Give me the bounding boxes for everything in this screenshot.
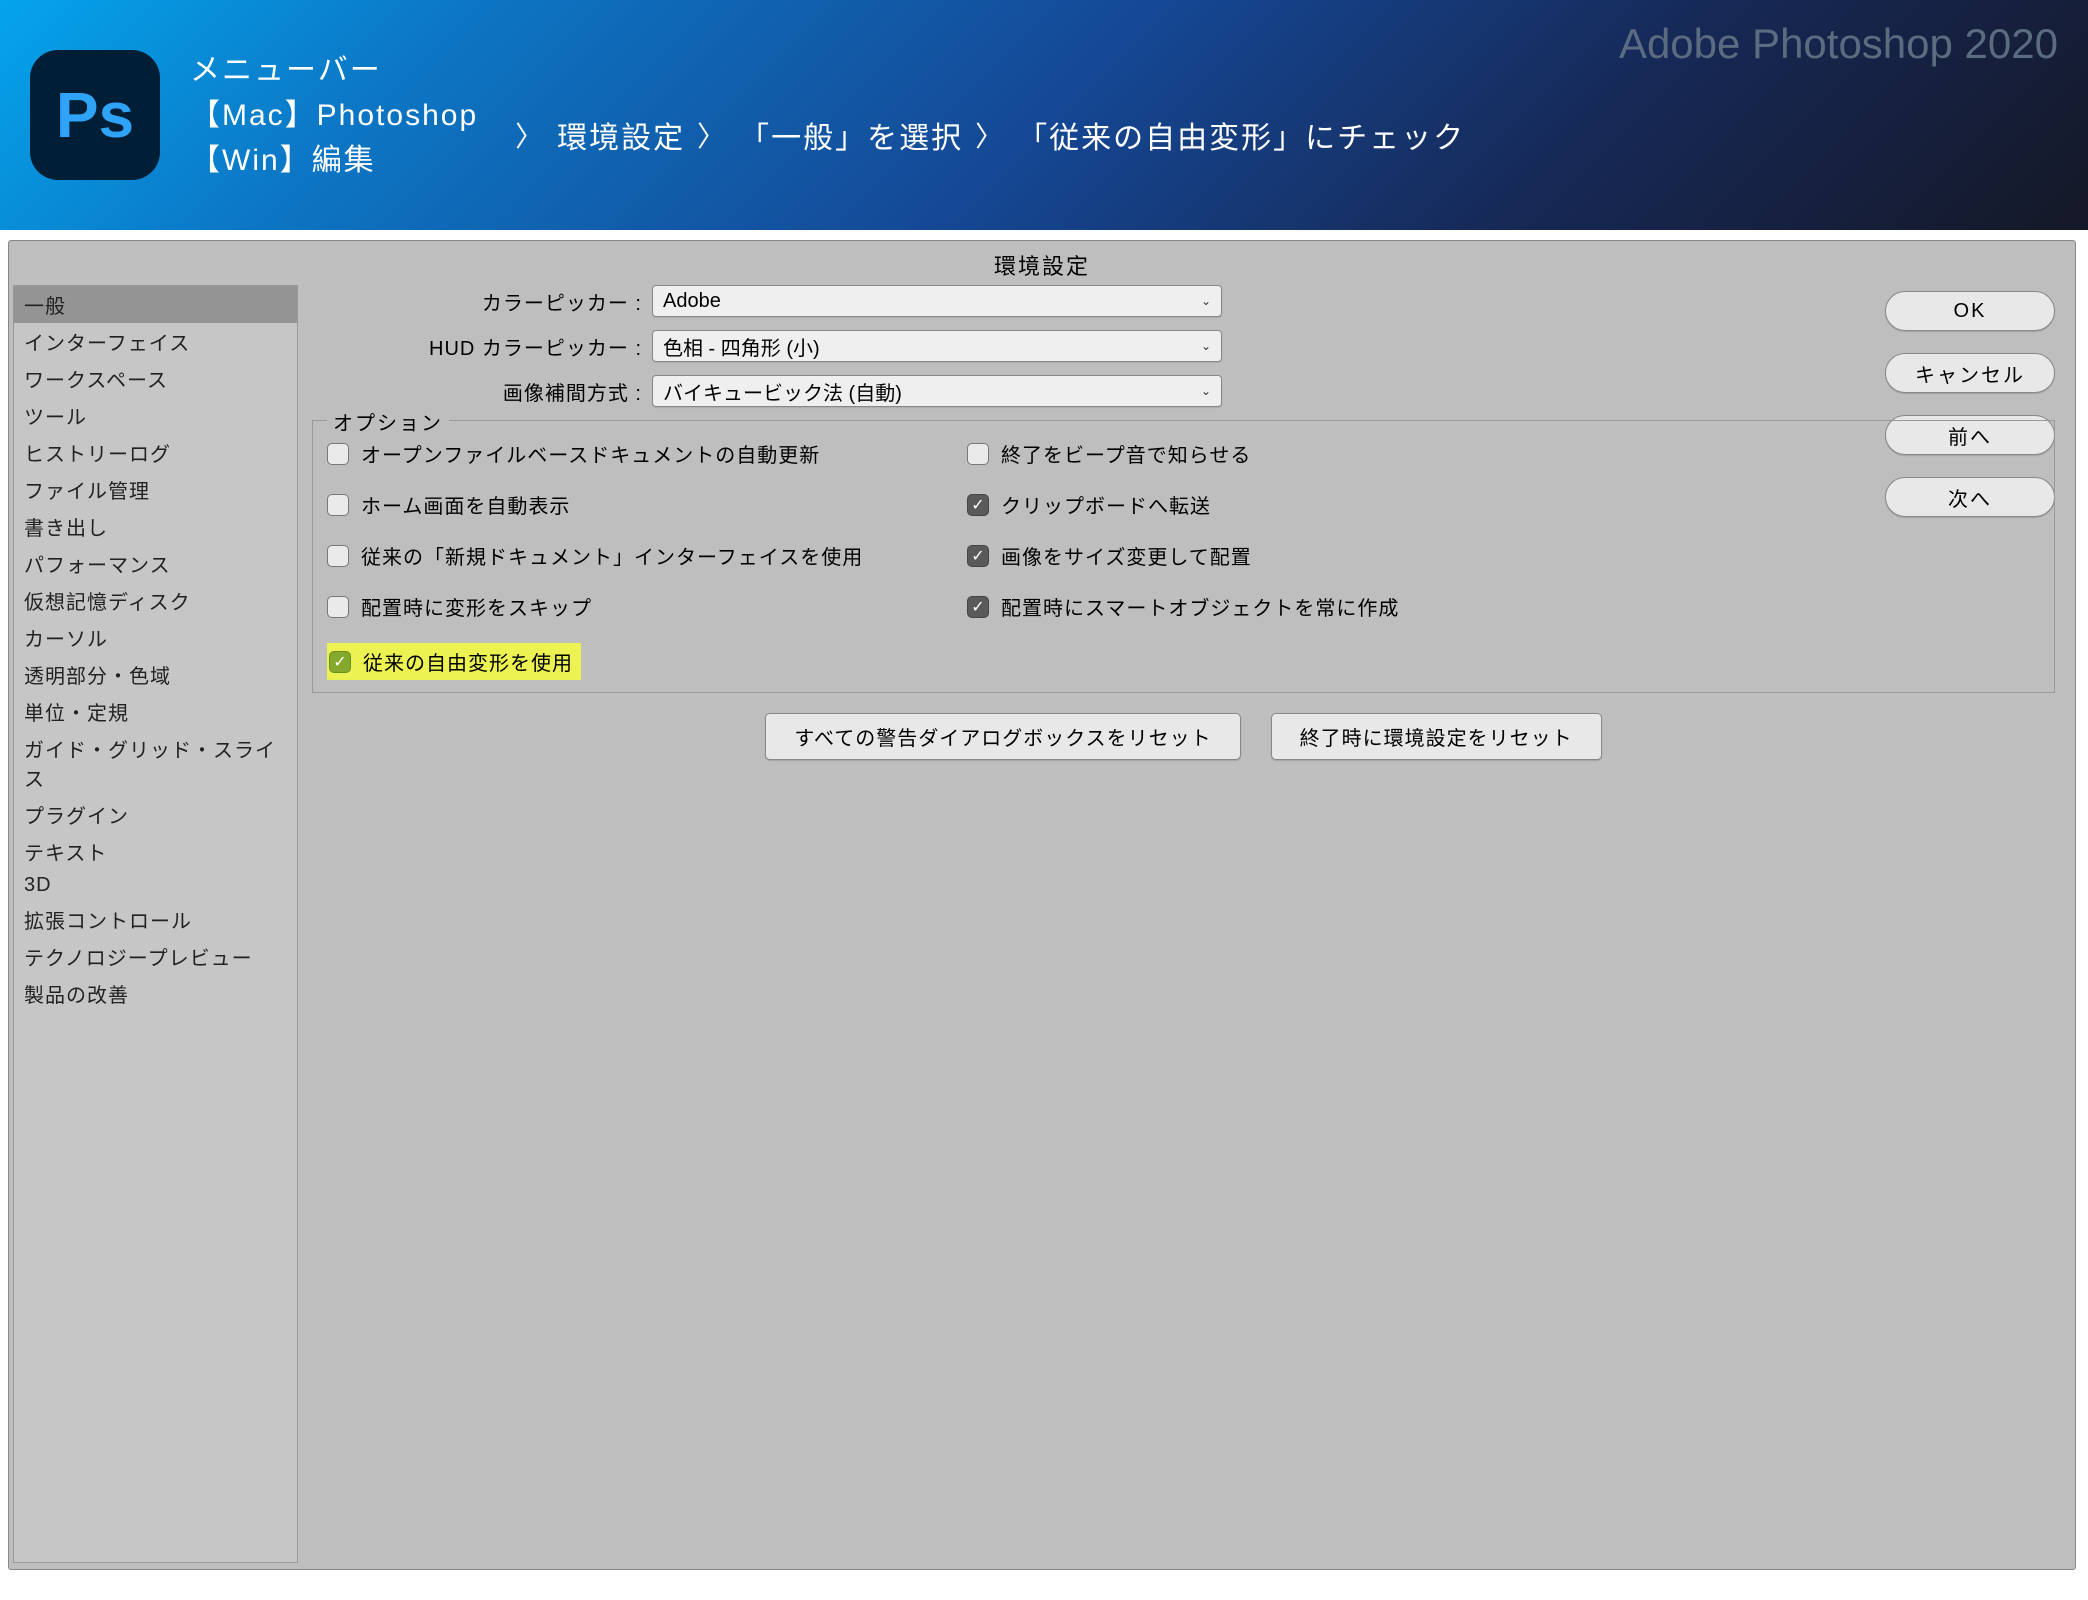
sidebar-item[interactable]: ツール (14, 397, 297, 434)
sidebar-item[interactable]: テクノロジープレビュー (14, 938, 297, 975)
color-picker-select[interactable]: Adobe ⌄ (652, 285, 1222, 317)
option-checkbox[interactable] (327, 596, 349, 618)
dialog-title: 環境設定 (9, 241, 2075, 291)
app-version-label: Adobe Photoshop 2020 (1619, 20, 2058, 68)
breadcrumb-item: 「一般」を選択 (739, 113, 963, 157)
color-picker-label: カラーピッカー : (312, 287, 652, 316)
sidebar-item[interactable]: プラグイン (14, 796, 297, 833)
sidebar-item[interactable]: カーソル (14, 619, 297, 656)
option-checkbox[interactable] (327, 443, 349, 465)
option-checkbox[interactable]: ✓ (967, 596, 989, 618)
preferences-main-panel: カラーピッカー : Adobe ⌄ HUD カラーピッカー : 色相 - 四角形… (298, 285, 2069, 1563)
reset-prefs-on-quit-button[interactable]: 終了時に環境設定をリセット (1271, 713, 1602, 760)
sidebar-item[interactable]: 単位・定規 (14, 693, 297, 730)
option-checkbox[interactable]: ✓ (967, 494, 989, 516)
option-label: 画像をサイズ変更して配置 (1001, 541, 1252, 570)
option-label: 配置時に変形をスキップ (361, 592, 592, 621)
option-checkbox[interactable] (327, 545, 349, 567)
sidebar-item[interactable]: テキスト (14, 833, 297, 870)
photoshop-logo-icon: Ps (30, 50, 160, 180)
option-checkbox[interactable] (327, 494, 349, 516)
breadcrumb-item: 環境設定 (557, 113, 685, 157)
option-checkbox[interactable]: ✓ (967, 545, 989, 567)
breadcrumb-item: 「従来の自由変形」にチェック (1017, 113, 1465, 157)
option-checkbox[interactable]: ✓ (329, 651, 351, 673)
sidebar-item[interactable]: ヒストリーログ (14, 434, 297, 471)
interpolation-label: 画像補間方式 : (312, 377, 652, 406)
option-label: 従来の自由変形を使用 (363, 647, 573, 676)
option-label: 終了をビープ音で知らせる (1001, 439, 1251, 468)
sidebar-item[interactable]: 製品の改善 (14, 975, 297, 1012)
option-checkbox[interactable] (967, 443, 989, 465)
sidebar-item[interactable]: 仮想記憶ディスク (14, 582, 297, 619)
chevron-down-icon: ⌄ (1201, 294, 1211, 308)
tutorial-banner: Ps メニューバー 【Mac】Photoshop 【Win】編集 〉 環境設定 … (0, 0, 2088, 230)
interpolation-select[interactable]: バイキュービック法 (自動) ⌄ (652, 375, 1222, 407)
reset-warnings-button[interactable]: すべての警告ダイアログボックスをリセット (765, 713, 1240, 760)
sidebar-item[interactable]: 拡張コントロール (14, 901, 297, 938)
hud-picker-select[interactable]: 色相 - 四角形 (小) ⌄ (652, 330, 1222, 362)
sidebar-item[interactable]: 書き出し (14, 508, 297, 545)
sidebar-item[interactable]: 透明部分・色域 (14, 656, 297, 693)
sidebar-item[interactable]: 一般 (14, 286, 297, 323)
option-label: クリップボードへ転送 (1001, 490, 1211, 519)
hud-picker-label: HUD カラーピッカー : (312, 332, 652, 361)
sidebar-item[interactable]: ガイド・グリッド・スライス (14, 730, 297, 796)
sidebar-item[interactable]: インターフェイス (14, 323, 297, 360)
breadcrumb: 〉 環境設定 〉 「一般」を選択 〉 「従来の自由変形」にチェック (503, 113, 1465, 157)
chevron-down-icon: ⌄ (1201, 384, 1211, 398)
chevron-right-icon: 〉 (697, 115, 727, 155)
sidebar-item[interactable]: 3D (14, 870, 297, 901)
chevron-down-icon: ⌄ (1201, 339, 1211, 353)
category-sidebar: 一般インターフェイスワークスペースツールヒストリーログファイル管理書き出しパフォ… (13, 285, 298, 1563)
banner-menu-text: メニューバー 【Mac】Photoshop 【Win】編集 (190, 48, 478, 183)
chevron-right-icon: 〉 (515, 115, 545, 155)
sidebar-item[interactable]: ファイル管理 (14, 471, 297, 508)
option-label: 配置時にスマートオブジェクトを常に作成 (1001, 592, 1399, 621)
option-label: ホーム画面を自動表示 (361, 490, 570, 519)
options-fieldset: オプション オープンファイルベースドキュメントの自動更新ホーム画面を自動表示従来… (312, 420, 2055, 693)
option-label: 従来の「新規ドキュメント」インターフェイスを使用 (361, 541, 863, 570)
option-label: オープンファイルベースドキュメントの自動更新 (361, 439, 820, 468)
sidebar-item[interactable]: パフォーマンス (14, 545, 297, 582)
sidebar-item[interactable]: ワークスペース (14, 360, 297, 397)
options-legend: オプション (327, 407, 449, 436)
preferences-dialog: 環境設定 OK キャンセル 前へ 次へ 一般インターフェイスワークスペースツール… (8, 240, 2076, 1570)
chevron-right-icon: 〉 (975, 115, 1005, 155)
